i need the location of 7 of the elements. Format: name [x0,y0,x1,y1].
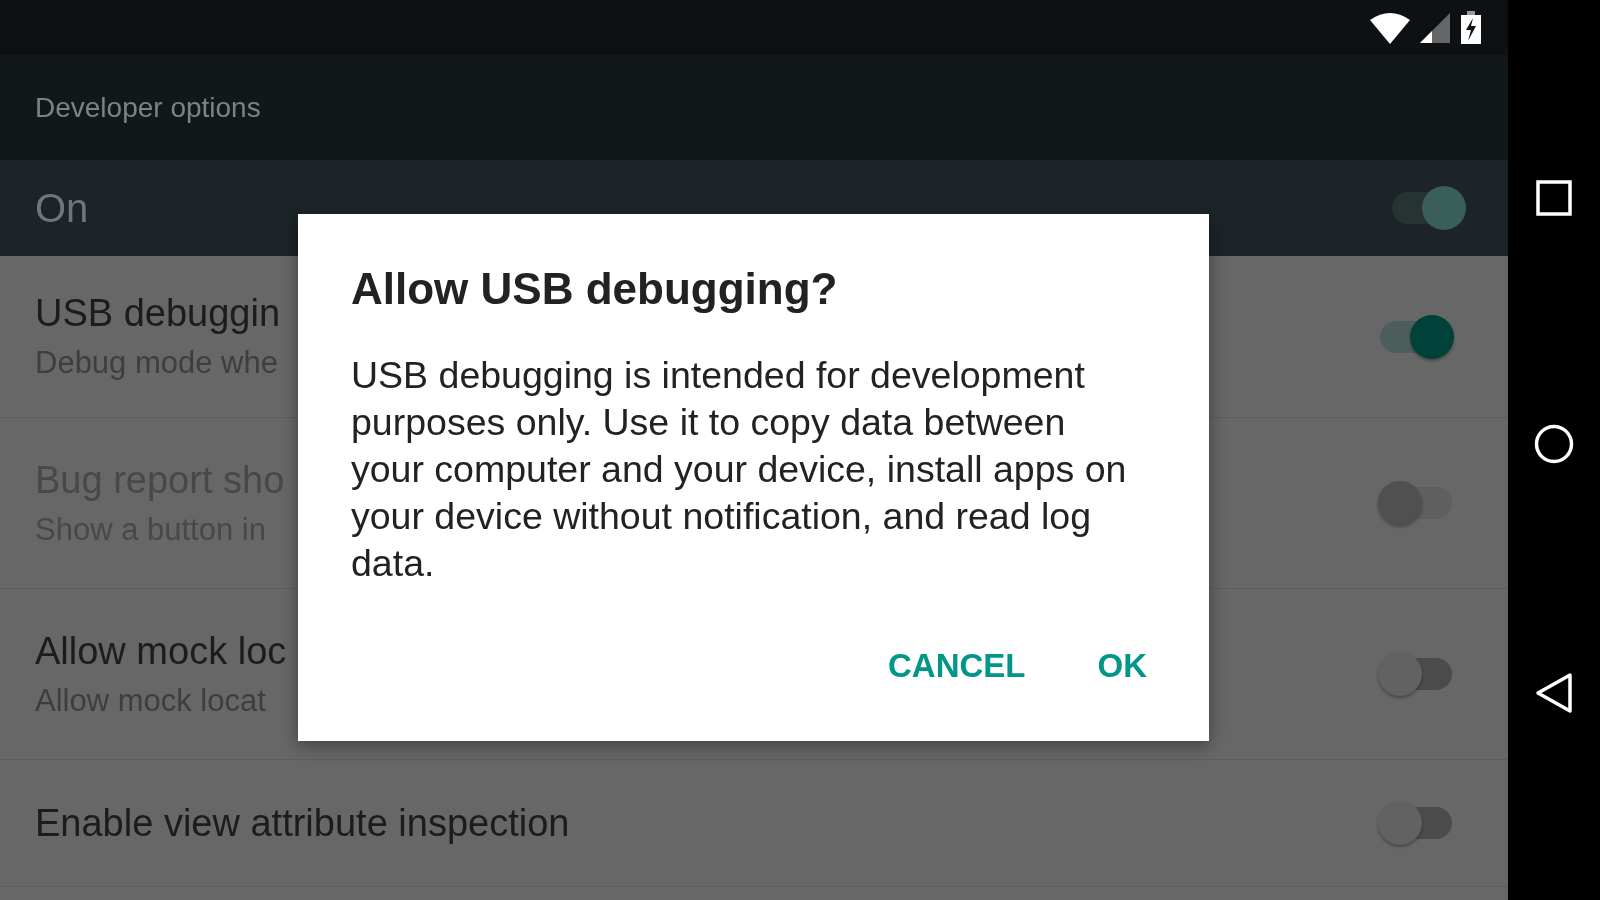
dialog-message: USB debugging is intended for development purposes only. Use it to copy data between your computer and your device, install apps on your device without notification, and read log data. [351,353,1128,586]
dialog-title: Allow USB debugging? [351,264,839,314]
app-bar-title: Developer options [35,91,261,124]
master-switch-label: On [35,185,89,231]
setting-title: Enable view attribute inspection [35,801,570,845]
setting-title: Allow mock loc [35,629,287,673]
setting-title: USB debuggin [35,292,281,335]
